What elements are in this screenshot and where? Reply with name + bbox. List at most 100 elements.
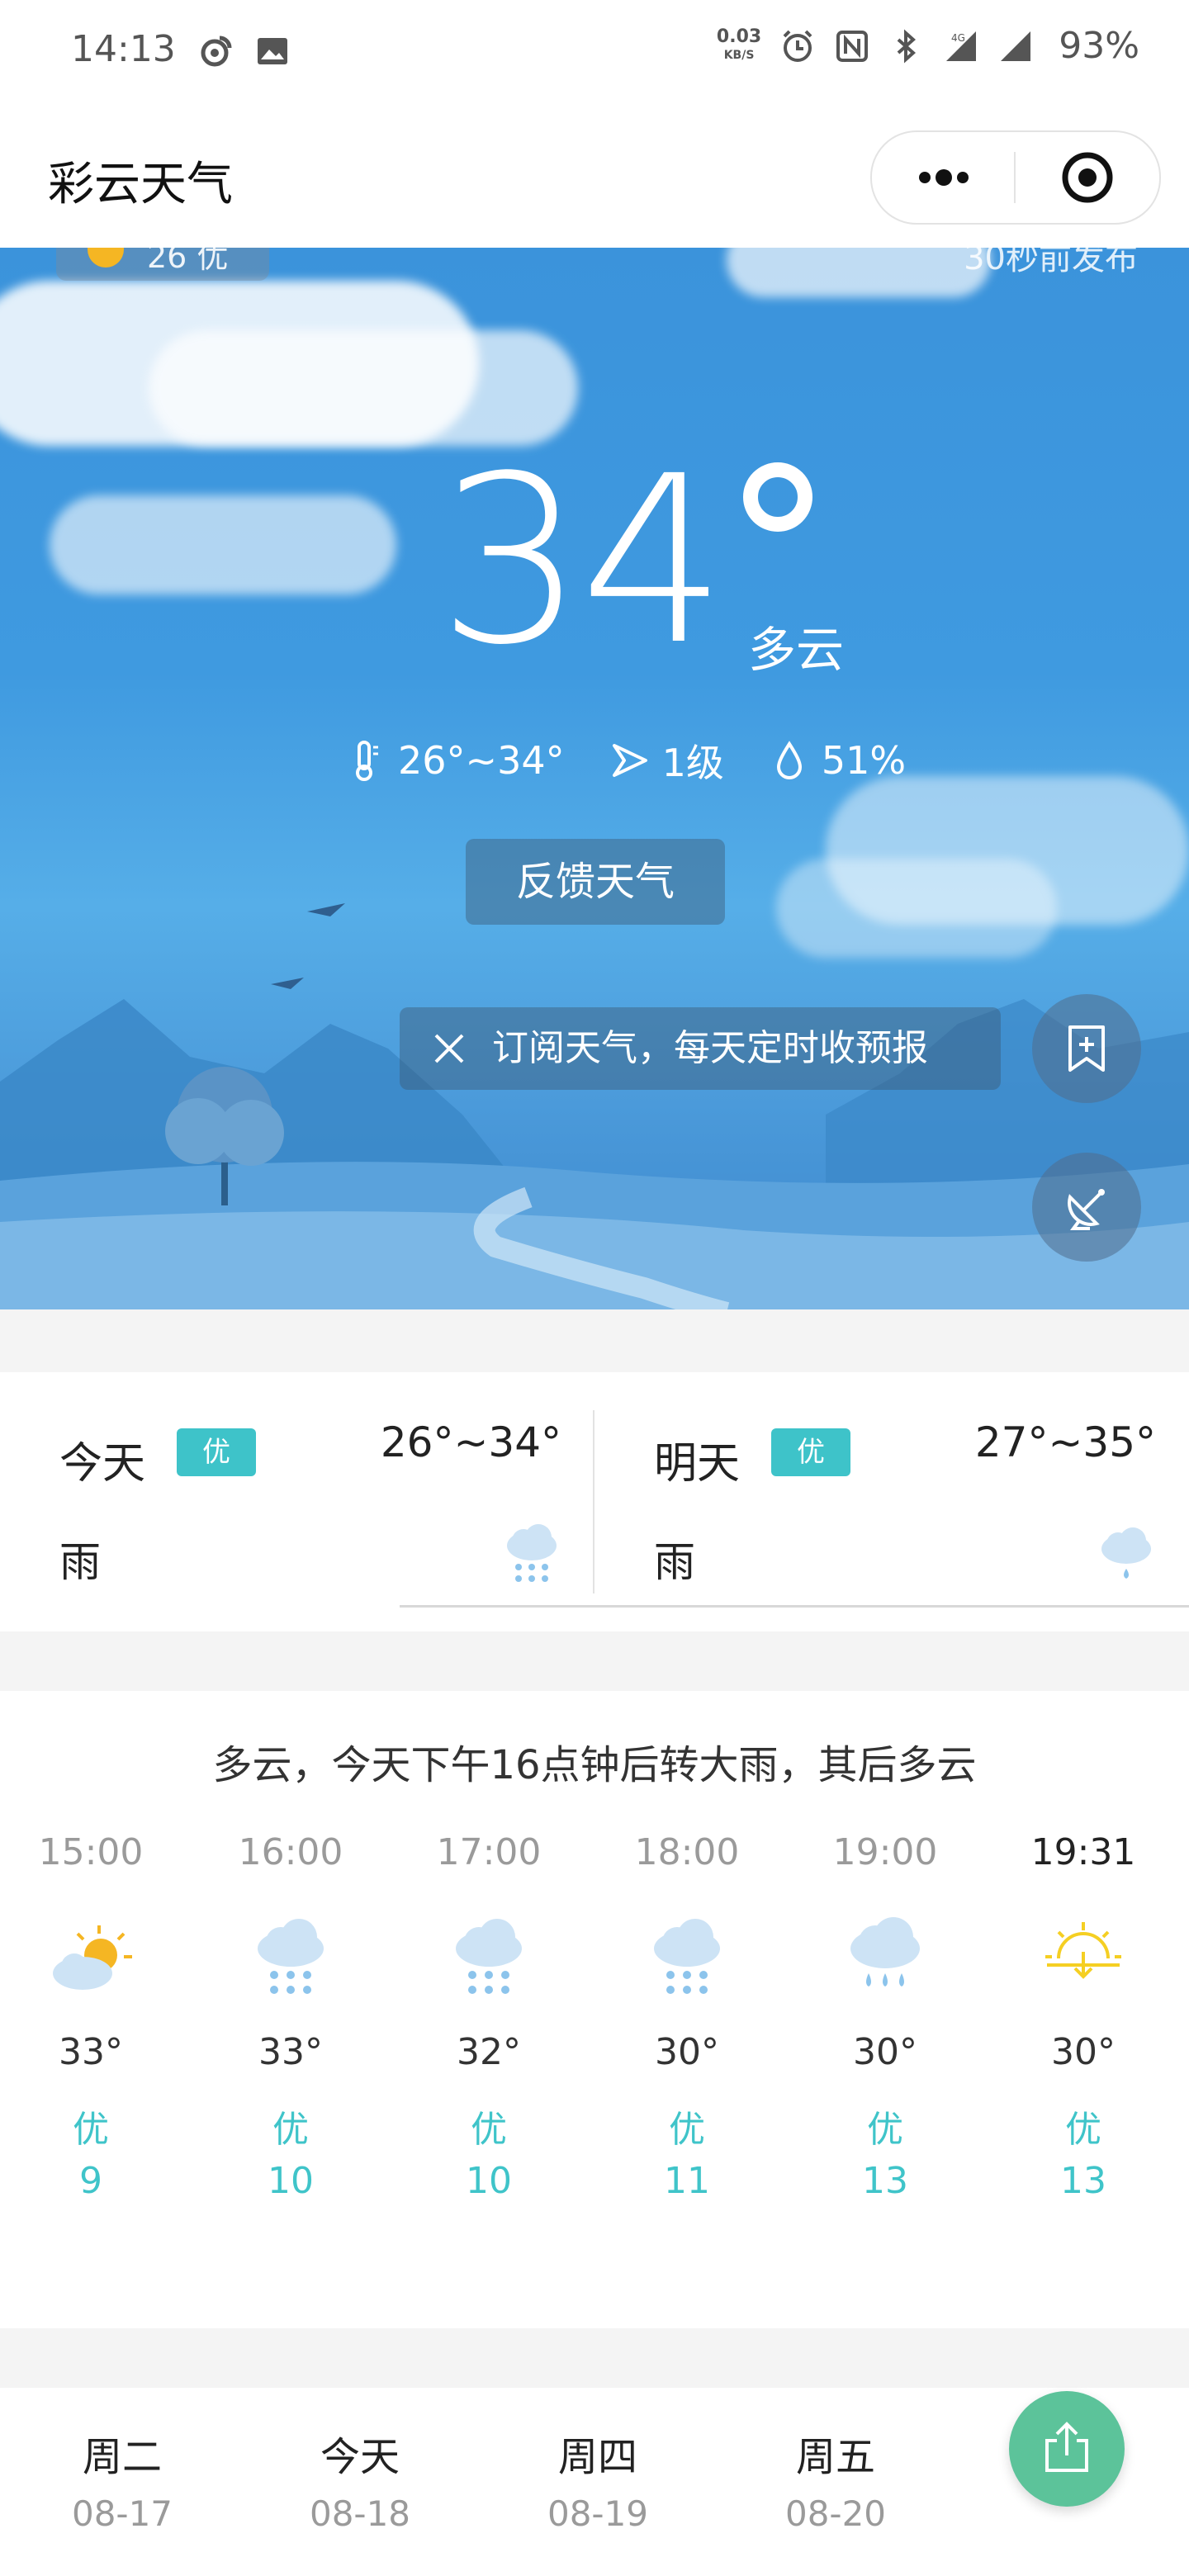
app-title: 彩云天气 — [48, 158, 233, 211]
humidity-value: 51% — [821, 738, 907, 783]
close-miniprogram-icon[interactable] — [1060, 150, 1115, 205]
aqi-dot-icon — [88, 248, 124, 268]
sunset-icon — [1045, 1922, 1121, 1979]
wind-icon — [612, 744, 647, 777]
day-date: 08-20 — [784, 2493, 887, 2534]
day-name: 明天 — [654, 1439, 741, 1489]
share-icon — [1045, 2422, 1088, 2472]
hour-temp: 32° — [457, 2031, 521, 2073]
weather-hero: 26 优 30秒前发布 34 多云 26°~34° 1级 51% 反馈天气 订阅… — [0, 248, 1189, 1309]
aqi-value: 10 — [466, 2160, 512, 2202]
hour-item[interactable]: 18:00 30° 优 11 — [588, 1831, 786, 2207]
hour-aqi: 优 10 — [390, 2105, 588, 2207]
aqi-label: 优 — [1065, 2109, 1101, 2151]
hour-temp: 30° — [1051, 2031, 1116, 2073]
day-item[interactable]: 周五 08-20 — [753, 2424, 918, 2534]
day-weekday: 周二 — [82, 2434, 162, 2480]
aqi-value: 13 — [1060, 2160, 1106, 2202]
share-button[interactable] — [1009, 2391, 1125, 2507]
hourly-forecast: 多云，今天下午16点钟后转大雨，其后多云 15:00 33° 优9 16:00 … — [0, 1691, 1189, 2328]
hour-time: 19:31 — [1030, 1831, 1136, 1873]
day-temp-range: 26°~34° — [380, 1418, 561, 1466]
bluetooth-icon — [897, 29, 917, 63]
network-speed: 0.03 KB/S — [716, 26, 762, 62]
hour-aqi: 优 11 — [588, 2105, 786, 2207]
bookmark-add-icon — [1068, 1025, 1105, 1072]
hour-item[interactable]: 17:00 32° 优 10 — [390, 1831, 588, 2207]
cloud-decoration — [727, 248, 991, 297]
nfc-icon — [836, 30, 869, 62]
hour-time: 15:00 — [38, 1831, 144, 1873]
hour-aqi: 优 10 — [192, 2105, 390, 2207]
weibo-icon — [201, 36, 232, 67]
signal-4g-icon: 4G — [946, 31, 977, 61]
today-summary[interactable]: 今天 优 26°~34° 雨 — [0, 1372, 594, 1631]
hour-time: 16:00 — [238, 1831, 343, 1873]
temp-range: 26°~34° — [398, 738, 565, 783]
bird-decoration — [271, 978, 304, 989]
hour-item[interactable]: 15:00 33° 优9 — [0, 1831, 190, 2207]
subscribe-banner[interactable]: 订阅天气，每天定时收预报 — [400, 1007, 1001, 1090]
hour-item[interactable]: 16:00 33° 优 10 — [192, 1831, 390, 2207]
degree-symbol — [743, 462, 812, 532]
landscape-illustration — [0, 999, 1189, 1309]
aqi-badge: 优 — [771, 1428, 850, 1476]
radar-button[interactable] — [1032, 1153, 1141, 1262]
cloud-decoration — [50, 495, 396, 594]
day-condition: 雨 — [654, 1538, 695, 1586]
forecast-summary: 多云，今天下午16点钟后转大雨，其后多云 — [212, 1742, 977, 1788]
more-icon[interactable] — [915, 159, 973, 197]
aqi-value: 9 — [79, 2160, 102, 2202]
aqi-label: 优 — [272, 2109, 309, 2151]
humidity-icon — [776, 741, 802, 779]
aqi-pill-text: 26 优 — [147, 248, 229, 275]
hour-aqi: 优9 — [0, 2105, 190, 2207]
day-weekday: 周五 — [795, 2434, 875, 2480]
tomorrow-summary[interactable]: 明天 优 27°~35° 雨 — [594, 1372, 1189, 1631]
day-date: 08-17 — [71, 2493, 173, 2534]
weather-metrics: 26°~34° 1级 51% — [347, 733, 906, 788]
alarm-icon — [783, 30, 812, 62]
close-icon[interactable] — [431, 1030, 467, 1067]
daily-strip: 周二 08-17 今天 08-18 周四 08-19 周五 08-20 08-2… — [0, 2388, 1189, 2576]
heavy-rain-icon — [654, 1919, 720, 1994]
hour-temp: 33° — [59, 2031, 123, 2073]
day-item[interactable]: 周四 08-19 — [515, 2424, 680, 2534]
rain-cloud-icon — [507, 1524, 557, 1582]
day-item[interactable]: 周二 08-17 — [40, 2424, 205, 2534]
day-item[interactable]: 今天 08-18 — [277, 2424, 443, 2534]
subscribe-text: 订阅天气，每天定时收预报 — [492, 1027, 928, 1069]
partly-cloudy-icon — [53, 1925, 132, 1990]
day-temp-range: 27°~35° — [974, 1418, 1156, 1466]
hour-item[interactable]: 19:31 30° 优 13 — [984, 1831, 1182, 2207]
status-time: 14:13 — [71, 28, 176, 70]
hour-time: 19:00 — [832, 1831, 938, 1873]
day-condition: 雨 — [59, 1538, 101, 1586]
hour-time: 17:00 — [436, 1831, 542, 1873]
heavy-rain-icon — [456, 1919, 522, 1994]
hour-temp: 33° — [258, 2031, 323, 2073]
hour-aqi: 优 13 — [786, 2105, 984, 2207]
aqi-value: 13 — [862, 2160, 908, 2202]
status-bar: 14:13 0.03 KB/S 4G 93% — [0, 0, 1189, 107]
current-temperature: 34 — [438, 427, 727, 696]
day-date: 08-18 — [309, 2493, 411, 2534]
thermometer-icon — [356, 741, 378, 781]
hour-item[interactable]: 19:00 30° 优 13 — [786, 1831, 984, 2207]
day-summary-card: 今天 优 26°~34° 雨 明天 优 27°~35° 雨 — [0, 1372, 1189, 1631]
subscribe-bookmark-button[interactable] — [1032, 994, 1141, 1103]
feedback-button[interactable]: 反馈天气 — [466, 839, 725, 925]
current-condition: 多云 — [748, 622, 845, 678]
aqi-label: 优 — [867, 2109, 903, 2151]
light-rain-cloud-icon — [1101, 1527, 1151, 1579]
battery-level: 93% — [1059, 25, 1139, 67]
aqi-pill[interactable]: 26 优 — [56, 248, 269, 281]
hour-temp: 30° — [853, 2031, 917, 2073]
heavy-rain-icon — [258, 1919, 324, 1994]
day-name: 今天 — [59, 1439, 146, 1489]
satellite-dish-icon — [1068, 1189, 1105, 1230]
wind-level: 1级 — [661, 741, 724, 785]
aqi-label: 优 — [669, 2109, 705, 2151]
aqi-label: 优 — [471, 2109, 507, 2151]
capsule-divider — [1014, 152, 1016, 203]
